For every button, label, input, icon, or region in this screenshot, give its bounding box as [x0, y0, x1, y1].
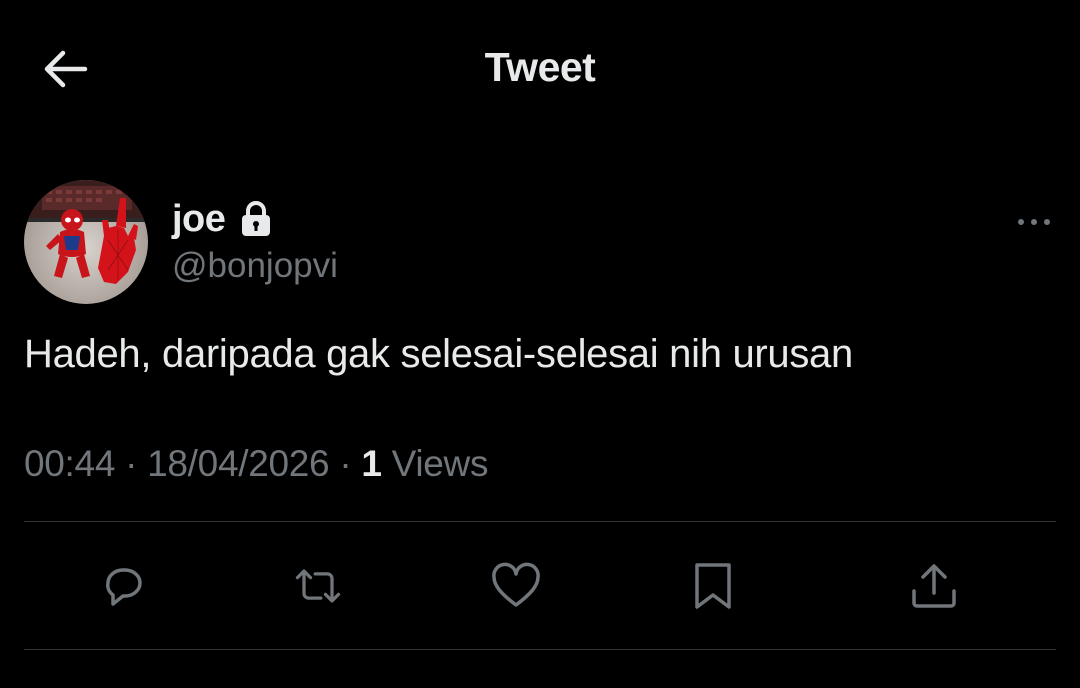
- author-handle[interactable]: @bonjopvi: [172, 246, 338, 286]
- divider: [24, 649, 1056, 650]
- author-names: joe @bonjopvi: [172, 194, 338, 286]
- tweet-actions-bar: [24, 522, 1056, 649]
- heart-icon: [492, 562, 540, 607]
- page-title: Tweet: [484, 44, 596, 90]
- tweet-author-row: joe @bonjopvi: [24, 180, 1056, 305]
- tweet-metadata: 00:44 · 18/04/2026 · 1 Views: [24, 443, 488, 485]
- reply-button[interactable]: [95, 558, 151, 614]
- bookmark-button[interactable]: [685, 558, 741, 614]
- spiderman-avatar-image: [24, 180, 148, 304]
- more-options-icon: [1018, 219, 1050, 225]
- top-bar: Tweet: [0, 0, 1080, 138]
- retweet-icon: [295, 569, 341, 603]
- meta-separator: ·: [125, 443, 138, 484]
- bookmark-icon: [695, 563, 731, 609]
- more-options-button[interactable]: [1012, 202, 1056, 242]
- views-count: 1: [361, 443, 382, 484]
- views-label: Views: [391, 443, 489, 484]
- author-display-name[interactable]: joe: [172, 198, 226, 241]
- meta-separator: ·: [339, 443, 352, 484]
- share-icon: [912, 564, 956, 608]
- lock-icon: [239, 200, 273, 238]
- like-button[interactable]: [488, 558, 544, 614]
- avatar[interactable]: [24, 180, 148, 304]
- tweet-time[interactable]: 00:44: [24, 443, 115, 485]
- retweet-button[interactable]: [290, 558, 346, 614]
- tweet-date[interactable]: 18/04/2026: [147, 443, 329, 485]
- tweet-text: Hadeh, daripada gak selesai-selesai nih …: [24, 332, 853, 376]
- share-button[interactable]: [906, 558, 962, 614]
- reply-icon: [106, 568, 142, 606]
